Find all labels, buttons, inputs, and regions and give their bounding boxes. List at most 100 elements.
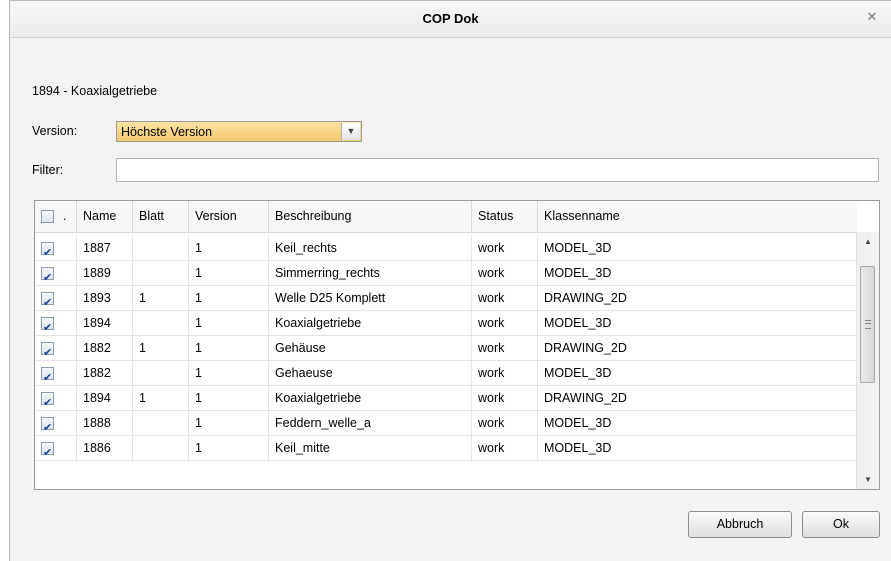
row-select-cell: [35, 311, 77, 340]
row-checkbox[interactable]: [41, 315, 54, 340]
select-all-checkbox[interactable]: [41, 210, 54, 223]
cell-status: work: [472, 261, 538, 286]
cell-beschreibung: Feddern_welle_a: [269, 411, 472, 436]
cell-blatt: [133, 436, 189, 461]
chevron-down-icon[interactable]: ▼: [341, 123, 360, 140]
cell-klassenname: MODEL_3D: [538, 236, 857, 261]
grip-icon: [865, 320, 871, 329]
cell-version: 1: [189, 411, 269, 436]
cell-klassenname: MODEL_3D: [538, 261, 857, 286]
cell-name: 1894: [77, 311, 133, 336]
column-header-version[interactable]: Version: [189, 201, 269, 232]
table-row[interactable]: 1894 1KoaxialgetriebeworkMODEL_3D: [35, 311, 857, 340]
table-row[interactable]: 189311Welle D25 KomplettworkDRAWING_2D: [35, 286, 857, 315]
scrollbar-thumb[interactable]: [860, 266, 875, 383]
cell-status: work: [472, 311, 538, 336]
cell-status: work: [472, 286, 538, 311]
row-checkbox[interactable]: [41, 340, 54, 365]
version-select-value: Höchste Version: [121, 125, 213, 139]
cell-version: 1: [189, 336, 269, 361]
cell-klassenname: MODEL_3D: [538, 311, 857, 336]
column-header-klassenname[interactable]: Klassenname: [538, 201, 857, 232]
document-title: 1894 - Koaxialgetriebe: [32, 84, 158, 98]
cell-beschreibung: Keil_mitte: [269, 436, 472, 461]
cell-beschreibung: Welle D25 Komplett: [269, 286, 472, 311]
version-select[interactable]: Höchste Version ▼: [116, 121, 362, 142]
cell-blatt: 1: [133, 286, 189, 311]
cell-version: 1: [189, 361, 269, 386]
cell-name: 1889: [77, 261, 133, 286]
cell-version: 1: [189, 311, 269, 336]
filter-input[interactable]: [116, 158, 879, 182]
cell-blatt: [133, 261, 189, 286]
table-row[interactable]: 1888 1Feddern_welle_aworkMODEL_3D: [35, 411, 857, 440]
cell-version: 1: [189, 261, 269, 286]
cell-status: work: [472, 236, 538, 261]
table-row[interactable]: 188211GehäuseworkDRAWING_2D: [35, 336, 857, 365]
scroll-down-icon[interactable]: ▼: [857, 475, 879, 484]
row-checkbox[interactable]: [41, 290, 54, 315]
column-header-blatt[interactable]: Blatt: [133, 201, 189, 232]
table-row[interactable]: 1887 1Keil_rechtsworkMODEL_3D: [35, 236, 857, 265]
row-select-cell: [35, 411, 77, 440]
column-header-name[interactable]: Name: [77, 201, 133, 232]
cell-klassenname: MODEL_3D: [538, 361, 857, 386]
row-select-cell: [35, 336, 77, 365]
cell-klassenname: MODEL_3D: [538, 411, 857, 436]
row-select-cell: [35, 236, 77, 265]
cell-name: 1893: [77, 286, 133, 311]
cell-beschreibung: Gehäuse: [269, 336, 472, 361]
row-checkbox[interactable]: [41, 240, 54, 265]
row-select-cell: [35, 436, 77, 465]
table-header: . Name Blatt Version Beschreibung Status…: [35, 201, 857, 233]
scroll-up-icon[interactable]: ▲: [857, 237, 879, 246]
table-row[interactable]: 1889 1Simmerring_rechtsworkMODEL_3D: [35, 261, 857, 290]
window-title: COP Dok: [422, 11, 479, 26]
cell-version: 1: [189, 236, 269, 261]
column-header-status[interactable]: Status: [472, 201, 538, 232]
cop-dok-dialog: COP Dok ✕ 1894 - Koaxialgetriebe Version…: [9, 0, 891, 561]
cell-beschreibung: Keil_rechts: [269, 236, 472, 261]
row-checkbox[interactable]: [41, 440, 54, 465]
row-checkbox[interactable]: [41, 390, 54, 415]
cell-version: 1: [189, 286, 269, 311]
version-label: Version:: [32, 124, 78, 138]
cell-blatt: [133, 361, 189, 386]
cell-status: work: [472, 386, 538, 411]
table-row[interactable]: 1882 1GehaeuseworkMODEL_3D: [35, 361, 857, 390]
row-checkbox[interactable]: [41, 365, 54, 390]
column-header-dot: .: [63, 209, 67, 223]
cell-beschreibung: Gehaeuse: [269, 361, 472, 386]
cell-version: 1: [189, 436, 269, 461]
table-row[interactable]: 189411KoaxialgetriebeworkDRAWING_2D: [35, 386, 857, 415]
row-checkbox[interactable]: [41, 265, 54, 290]
close-icon[interactable]: ✕: [865, 10, 879, 24]
vertical-scrollbar[interactable]: ▲ ▼: [856, 232, 879, 489]
document-table: . Name Blatt Version Beschreibung Status…: [34, 200, 880, 490]
cell-klassenname: DRAWING_2D: [538, 336, 857, 361]
cancel-button[interactable]: Abbruch: [688, 511, 792, 538]
table-row[interactable]: 1886 1Keil_mitteworkMODEL_3D: [35, 436, 857, 465]
row-select-cell: [35, 286, 77, 315]
cell-blatt: [133, 236, 189, 261]
cell-name: 1888: [77, 411, 133, 436]
cell-status: work: [472, 411, 538, 436]
cell-name: 1887: [77, 236, 133, 261]
cell-beschreibung: Simmerring_rechts: [269, 261, 472, 286]
row-checkbox[interactable]: [41, 415, 54, 440]
cell-name: 1882: [77, 361, 133, 386]
cell-name: 1882: [77, 336, 133, 361]
cell-status: work: [472, 361, 538, 386]
cell-version: 1: [189, 386, 269, 411]
cell-beschreibung: Koaxialgetriebe: [269, 311, 472, 336]
cell-klassenname: DRAWING_2D: [538, 286, 857, 311]
cell-status: work: [472, 436, 538, 461]
cell-klassenname: DRAWING_2D: [538, 386, 857, 411]
column-header-beschreibung[interactable]: Beschreibung: [269, 201, 472, 232]
cell-blatt: [133, 411, 189, 436]
row-select-cell: [35, 361, 77, 390]
title-bar: COP Dok ✕: [10, 1, 891, 38]
ok-button[interactable]: Ok: [802, 511, 880, 538]
column-header-select[interactable]: .: [35, 201, 77, 232]
row-select-cell: [35, 261, 77, 290]
